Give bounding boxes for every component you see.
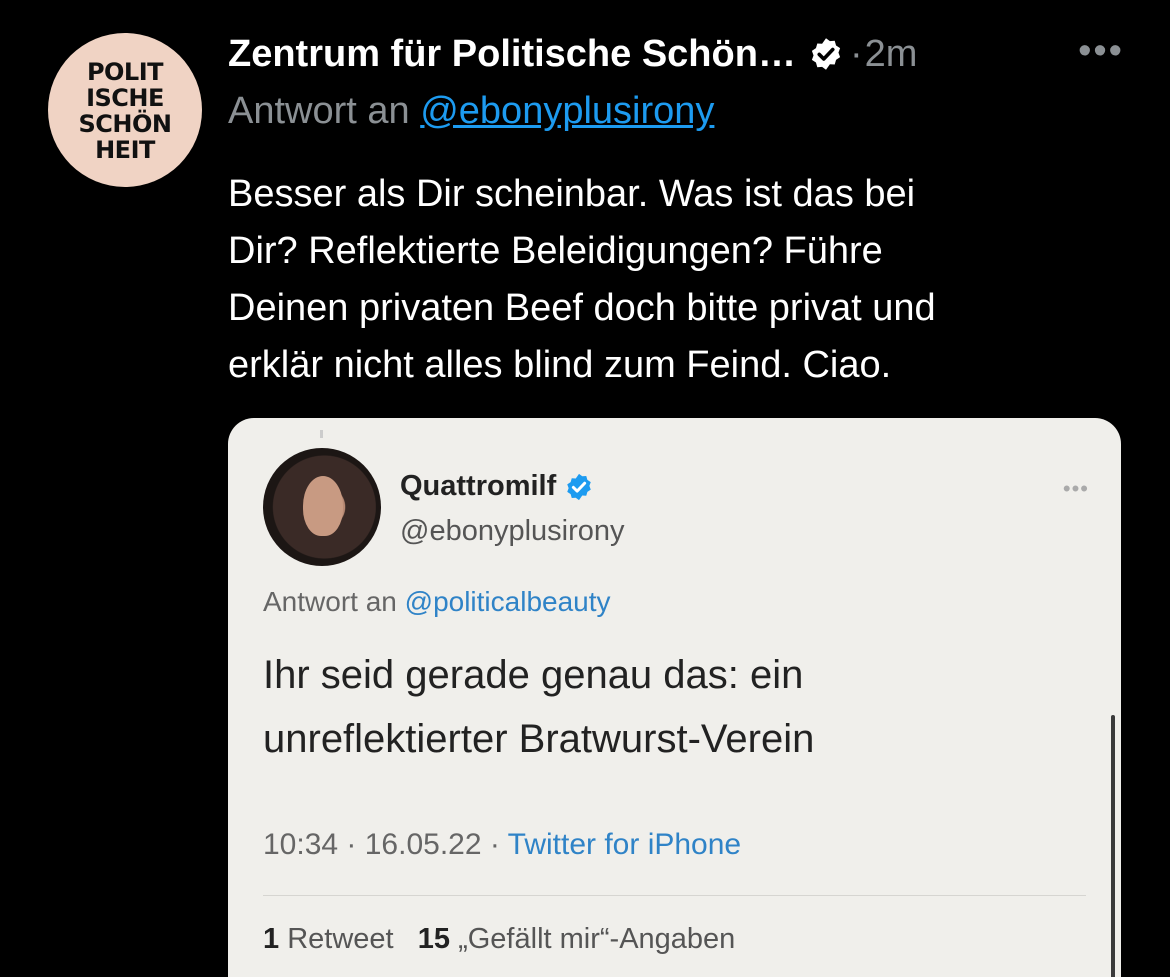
quoted-meta: 10:34 · 16.05.22 · Twitter for iPhone <box>263 828 741 862</box>
retweet-count: 1 <box>263 923 280 955</box>
like-label: „Gefällt mir“-Angaben <box>458 923 736 955</box>
author-logo: POLIT ISCHE SCHÖN HEIT <box>79 59 172 163</box>
quoted-display-name: Quattromilf <box>400 470 557 502</box>
tweet-text: Besser als Dir scheinbar. Was ist das be… <box>228 166 1108 394</box>
header-separator: · <box>849 32 863 75</box>
logo-line: HEIT <box>95 136 155 164</box>
verified-badge-icon <box>811 38 841 70</box>
author-avatar[interactable]: POLIT ISCHE SCHÖN HEIT <box>48 33 202 187</box>
attached-screenshot[interactable]: Quattromilf @ebonyplusirony ••• Antwort … <box>228 418 1121 977</box>
quoted-meta-separator: · <box>346 828 365 861</box>
quoted-reply-context: Antwort an @politicalbeauty <box>263 586 611 618</box>
reply-context: Antwort an @ebonyplusirony <box>228 90 714 133</box>
quoted-reply-handle: @politicalbeauty <box>404 586 611 617</box>
quoted-stats: 1 Retweet 15 „Gefällt mir“-Angaben <box>263 923 735 956</box>
quoted-source: Twitter for iPhone <box>507 828 742 861</box>
quoted-date: 16.05.22 <box>364 828 482 861</box>
card-speck <box>320 430 323 438</box>
quoted-verified-badge-icon <box>567 473 592 500</box>
tweet-view: POLIT ISCHE SCHÖN HEIT Zentrum für Polit… <box>0 0 1170 977</box>
quoted-text-line: Ihr seid gerade genau das: ein <box>263 653 804 697</box>
tweet-text-line: erklär nicht alles blind zum Feind. Ciao… <box>228 344 892 386</box>
quoted-text-line: unreflektierter Bratwurst-Verein <box>263 717 815 761</box>
reply-prefix: Antwort an <box>228 90 410 132</box>
scrollbar <box>1111 715 1115 977</box>
logo-line: SCHÖN <box>78 110 172 138</box>
quoted-text: Ihr seid gerade genau das: ein unreflekt… <box>263 643 1083 771</box>
quoted-reply-prefix: Antwort an <box>263 586 397 617</box>
tweet-text-line: Besser als Dir scheinbar. Was ist das be… <box>228 173 916 215</box>
quoted-more-icon: ••• <box>1062 476 1089 501</box>
more-options-icon[interactable]: ••• <box>1078 32 1124 70</box>
quoted-avatar <box>263 448 381 566</box>
logo-line: POLIT <box>86 58 164 86</box>
tweet-text-line: Dir? Reflektierte Beleidigungen? Führe <box>228 230 883 272</box>
quoted-name-row: Quattromilf <box>400 470 594 503</box>
reply-handle-link[interactable]: @ebonyplusirony <box>420 90 714 132</box>
tweet-header: Zentrum für Politische Schön… · 2m ••• <box>228 28 1130 80</box>
like-count: 15 <box>417 923 451 955</box>
quoted-avatar-face <box>303 476 343 536</box>
quoted-meta-separator: · <box>489 828 508 861</box>
logo-line: ISCHE <box>86 84 164 112</box>
retweet-label: Retweet <box>287 923 394 955</box>
tweet-text-line: Deinen privaten Beef doch bitte privat u… <box>228 287 936 329</box>
quoted-divider <box>263 895 1086 896</box>
tweet-time[interactable]: 2m <box>865 33 918 76</box>
quoted-handle: @ebonyplusirony <box>400 515 625 547</box>
author-display-name[interactable]: Zentrum für Politische Schön… <box>228 33 796 76</box>
quoted-time: 10:34 <box>263 828 339 861</box>
